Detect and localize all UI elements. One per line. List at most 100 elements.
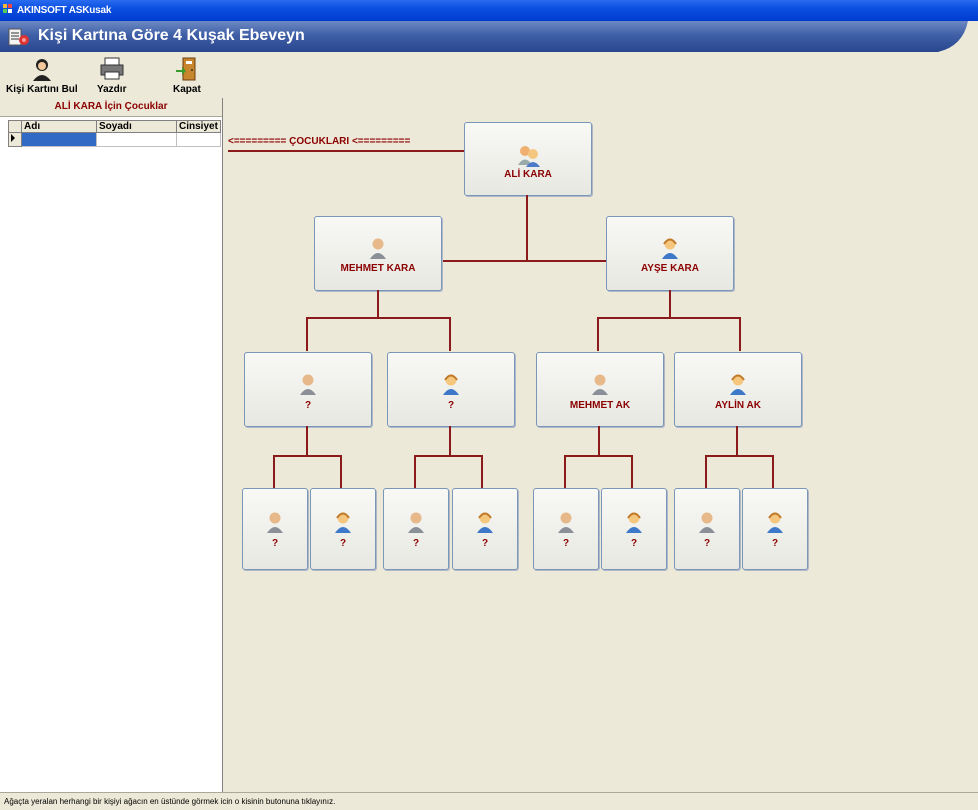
form-banner: Kişi Kartına Göre 4 Kuşak Ebeveyn	[0, 21, 978, 52]
person-name: ?	[703, 538, 711, 549]
person-name: MEHMET KARA	[340, 263, 416, 274]
connector	[340, 455, 342, 488]
connector	[739, 317, 741, 351]
find-card-button[interactable]: Kişi Kartını Bul	[6, 56, 78, 95]
children-arrow-label: <========= ÇOCUKLARI <=========	[228, 136, 411, 147]
person-card-ancestor[interactable]: ?	[383, 488, 449, 570]
close-button[interactable]: Kapat	[173, 56, 201, 95]
connector	[526, 195, 528, 261]
female-person-icon	[477, 512, 493, 533]
family-tree: <========= ÇOCUKLARI <========= ALİ KARA…	[223, 98, 978, 792]
person-card-root[interactable]: ALİ KARA	[464, 122, 592, 196]
person-card-ancestor[interactable]: ?	[601, 488, 667, 570]
column-header-gender[interactable]: Cinsiyet	[176, 120, 221, 133]
connector	[414, 455, 416, 488]
person-search-icon	[32, 59, 51, 81]
person-name: ?	[412, 538, 420, 549]
male-person-icon	[699, 512, 715, 533]
person-name: ?	[630, 538, 638, 549]
person-name: MEHMET AK	[569, 400, 631, 411]
connector	[669, 290, 671, 318]
person-name: ?	[771, 538, 779, 549]
family-tree-icon	[8, 28, 29, 46]
connector	[597, 317, 599, 351]
person-card-grandparent[interactable]: MEHMET AK	[536, 352, 664, 427]
female-person-icon	[443, 374, 459, 395]
connector	[449, 317, 451, 351]
person-name: ?	[447, 400, 455, 411]
window-title: AKINSOFT ASKusak	[17, 5, 112, 16]
person-name: ?	[481, 538, 489, 549]
status-bar: Ağaçta yeralan herhangi bir kişiyi ağacı…	[0, 792, 978, 810]
print-button[interactable]: Yazdır	[97, 56, 126, 95]
connector	[564, 455, 633, 457]
person-card-ancestor[interactable]: ?	[452, 488, 518, 570]
female-person-icon	[626, 512, 642, 533]
status-text: Ağaçta yeralan herhangi bir kişiyi ağacı…	[4, 797, 336, 806]
person-card-grandparent[interactable]: ?	[244, 352, 372, 427]
connector	[306, 317, 451, 319]
male-person-icon	[267, 512, 283, 533]
cell-name[interactable]	[21, 132, 97, 147]
couple-icon	[518, 146, 540, 167]
female-person-icon	[662, 238, 678, 259]
connector	[273, 455, 342, 457]
connector	[705, 455, 707, 488]
person-name: ?	[304, 400, 312, 411]
connector	[306, 426, 308, 456]
column-header-surname[interactable]: Soyadı	[96, 120, 177, 133]
person-name: ?	[339, 538, 347, 549]
form-title: Kişi Kartına Göre 4 Kuşak Ebeveyn	[38, 27, 305, 44]
banner-curve	[918, 21, 978, 52]
female-person-icon	[335, 512, 351, 533]
connector	[631, 455, 633, 488]
children-grid[interactable]: Adı Soyadı Cinsiyet	[8, 120, 221, 147]
column-header-name[interactable]: Adı	[21, 120, 97, 133]
person-card-mother[interactable]: AYŞE KARA	[606, 216, 734, 291]
connector	[273, 455, 275, 488]
connector	[441, 260, 608, 262]
person-name: ALİ KARA	[504, 169, 552, 180]
person-card-father[interactable]: MEHMET KARA	[314, 216, 442, 291]
male-person-icon	[370, 238, 386, 259]
connector	[481, 455, 483, 488]
connector	[564, 455, 566, 488]
app-icon	[3, 4, 12, 13]
male-person-icon	[408, 512, 424, 533]
female-person-icon	[730, 374, 746, 395]
table-row[interactable]	[8, 132, 221, 147]
person-card-ancestor[interactable]: ?	[533, 488, 599, 570]
connector	[598, 426, 600, 456]
door-exit-icon	[175, 57, 196, 81]
grid-corner	[8, 120, 22, 133]
children-panel: ALİ KARA İçin Çocuklar Adı Soyadı Cinsiy…	[0, 98, 223, 792]
person-name: AYLİN AK	[715, 400, 761, 411]
toolbar: Kişi Kartını Bul Yazdır Kapat	[0, 52, 978, 98]
title-bar: AKINSOFT ASKusak	[0, 0, 978, 21]
connector	[228, 150, 465, 152]
connector	[772, 455, 774, 488]
male-person-icon	[300, 374, 316, 395]
connector	[597, 317, 741, 319]
person-card-ancestor[interactable]: ?	[242, 488, 308, 570]
connector	[377, 290, 379, 318]
male-person-icon	[558, 512, 574, 533]
person-card-ancestor[interactable]: ?	[674, 488, 740, 570]
male-person-icon	[592, 374, 608, 395]
connector	[705, 455, 774, 457]
connector	[449, 426, 451, 456]
person-name: ?	[562, 538, 570, 549]
person-card-grandparent[interactable]: AYLİN AK	[674, 352, 802, 427]
female-person-icon	[767, 512, 783, 533]
children-panel-title: ALİ KARA İçin Çocuklar	[0, 98, 222, 117]
person-card-ancestor[interactable]: ?	[310, 488, 376, 570]
cell-surname[interactable]	[96, 132, 177, 147]
cell-gender[interactable]	[176, 132, 221, 147]
person-card-grandparent[interactable]: ?	[387, 352, 515, 427]
person-name: ?	[271, 538, 279, 549]
connector	[306, 317, 308, 351]
connector	[736, 426, 738, 456]
person-name: AYŞE KARA	[641, 263, 699, 274]
row-indicator-icon	[8, 132, 22, 147]
person-card-ancestor[interactable]: ?	[742, 488, 808, 570]
